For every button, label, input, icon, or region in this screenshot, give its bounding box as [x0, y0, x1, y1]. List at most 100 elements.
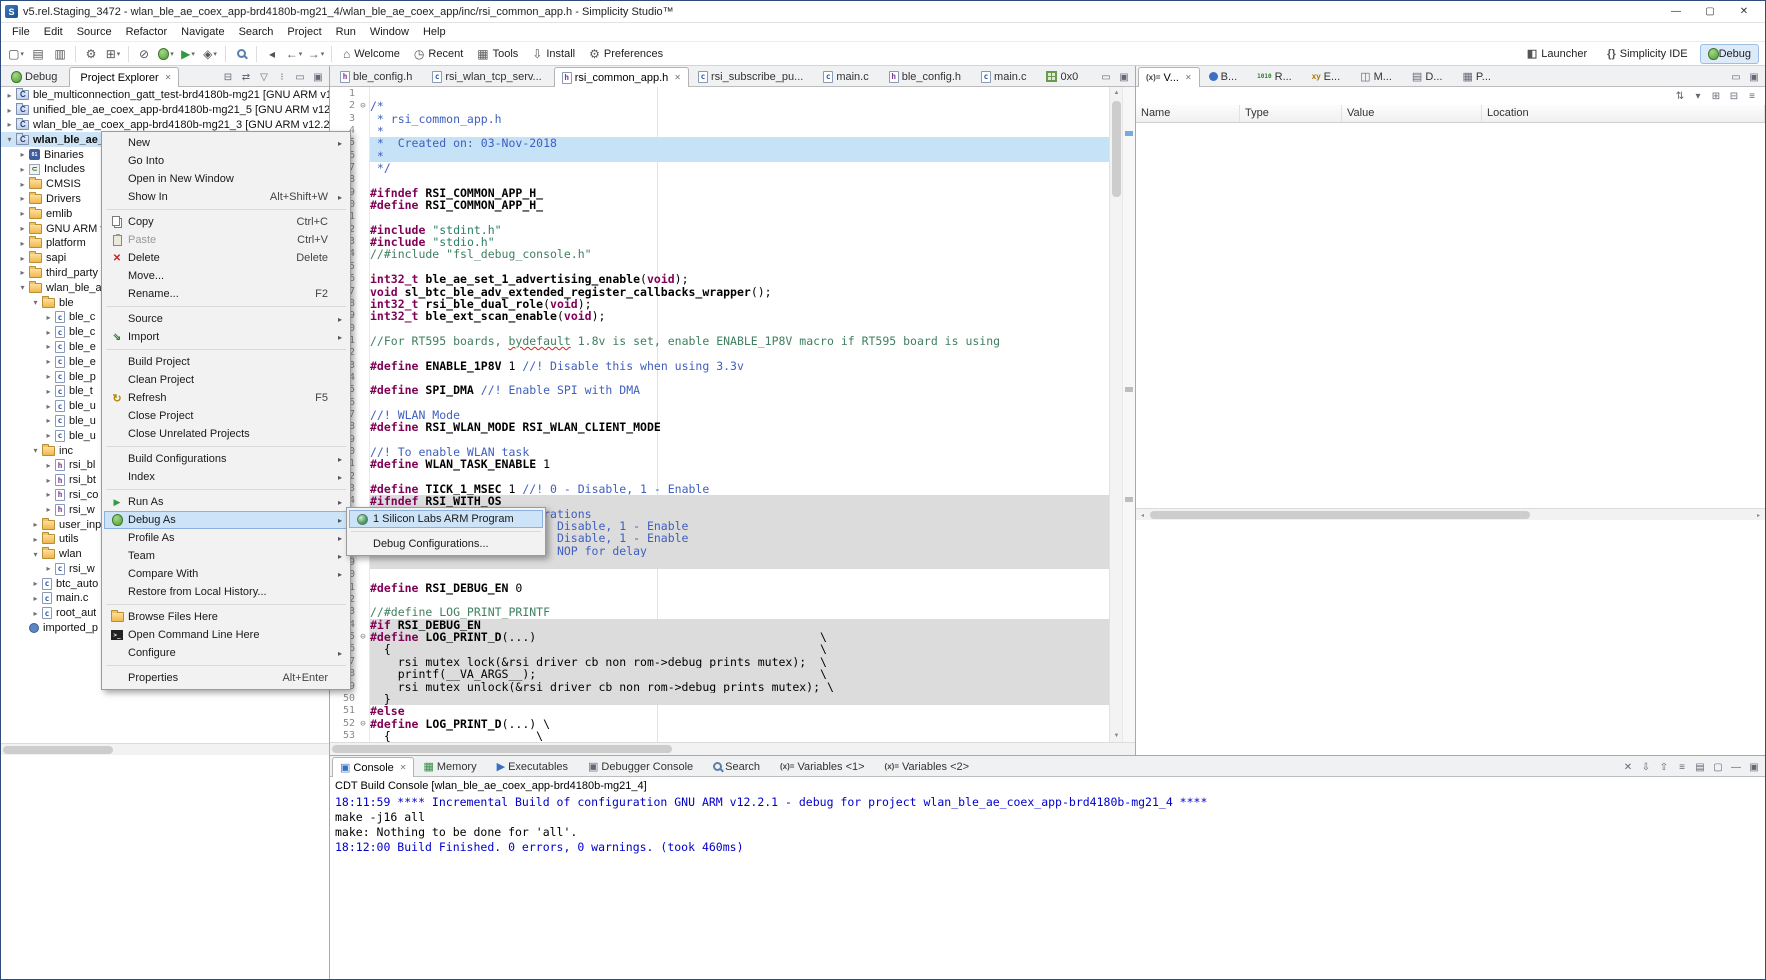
menu-window[interactable]: Window [363, 24, 416, 40]
context-menu-item-copy[interactable]: CopyCtrl+C [104, 213, 348, 231]
tree-expander-icon[interactable]: ▸ [16, 239, 29, 248]
tree-expander-icon[interactable]: ▸ [29, 535, 42, 544]
minimize-button[interactable]: — [1659, 2, 1693, 22]
context-menu-item-run-as[interactable]: ▶Run As▸ [104, 493, 348, 511]
console-output[interactable]: 18:11:59 **** Incremental Build of confi… [330, 793, 1765, 979]
menu-source[interactable]: Source [70, 24, 119, 40]
console-toolbar-icon[interactable]: ▢ [1709, 758, 1727, 776]
tree-expander-icon[interactable]: ▸ [29, 579, 42, 588]
external-tools-icon[interactable]: ◈▾ [200, 44, 220, 64]
tree-expander-icon[interactable]: ▸ [16, 165, 29, 174]
menu-edit[interactable]: Edit [37, 24, 70, 40]
context-menu-item-rename[interactable]: Rename...F2 [104, 285, 348, 303]
perspective-launcher[interactable]: ◧Launcher [1519, 44, 1595, 64]
tab-executables[interactable]: ▶Executables [489, 756, 579, 776]
context-menu-item-close-unrelated-projects[interactable]: Close Unrelated Projects [104, 425, 348, 443]
tree-expander-icon[interactable]: ▸ [42, 461, 55, 470]
close-tab-icon[interactable]: ✕ [165, 73, 172, 82]
tree-expander-icon[interactable]: ▸ [42, 476, 55, 485]
column-header-location[interactable]: Location [1482, 105, 1765, 122]
variables-toolbar-icon[interactable]: ▾ [1689, 91, 1707, 102]
tree-expander-icon[interactable]: ▸ [29, 520, 42, 529]
tree-expander-icon[interactable]: ▾ [29, 550, 42, 559]
welcome-button[interactable]: ⌂Welcome [337, 44, 406, 64]
tab-project-explorer[interactable]: Project Explorer✕ [69, 67, 179, 87]
context-menu-item-open-in-new-window[interactable]: Open in New Window [104, 170, 348, 188]
fold-marker-icon[interactable]: ⊖ [357, 100, 369, 112]
menu-search[interactable]: Search [232, 24, 281, 40]
code-area[interactable]: /* * rsi_common_app.h * * Created on: 03… [370, 87, 1109, 742]
tree-expander-icon[interactable]: ▸ [3, 91, 16, 100]
editor-v-scrollbar[interactable]: ▲ ▼ [1109, 87, 1122, 742]
debug-icon[interactable]: ▾ [156, 44, 176, 64]
panel-control-icon[interactable]: ▣ [1745, 68, 1763, 86]
context-menu-item-open-command-line-here[interactable]: >_Open Command Line Here [104, 626, 348, 644]
tree-expander-icon[interactable]: ▸ [16, 209, 29, 218]
tab-e[interactable]: xyE... [1304, 66, 1351, 86]
tab-rsi-common-app-h[interactable]: hrsi_common_app.h✕ [554, 67, 689, 87]
perspective-debug[interactable]: Debug [1700, 44, 1759, 64]
tree-item-ble-multiconnection-gatt-test-brd4180b-mg21-gnu-arm-v12-2-1[interactable]: ▸ble_multiconnection_gatt_test-brd4180b-… [1, 88, 329, 103]
column-header-type[interactable]: Type [1240, 105, 1342, 122]
tree-expander-icon[interactable]: ▸ [42, 357, 55, 366]
close-tab-icon[interactable]: ✕ [1185, 73, 1192, 82]
tree-expander-icon[interactable]: ▸ [42, 313, 55, 322]
context-menu-item-browse-files-here[interactable]: Browse Files Here [104, 608, 348, 626]
tab-b[interactable]: B... [1201, 66, 1249, 86]
context-menu-item-source[interactable]: Source▸ [104, 310, 348, 328]
console-toolbar-icon[interactable]: ✕ [1619, 758, 1637, 776]
tree-expander-icon[interactable]: ▸ [42, 416, 55, 425]
menu-refactor[interactable]: Refactor [119, 24, 175, 40]
tab-variables-2[interactable]: (x)=Variables <2> [877, 756, 981, 776]
submenu-item-1-silicon-labs-arm-program[interactable]: 1 Silicon Labs ARM Program [349, 510, 543, 528]
context-menu-item-refresh[interactable]: ↻RefreshF5 [104, 389, 348, 407]
column-header-value[interactable]: Value [1342, 105, 1482, 122]
explorer-toolbar-icon[interactable]: ⊟ [219, 68, 237, 86]
console-toolbar-icon[interactable]: ▤ [1691, 758, 1709, 776]
tree-expander-icon[interactable]: ▸ [3, 106, 16, 115]
tab-d[interactable]: ▤D... [1404, 66, 1454, 86]
tree-expander-icon[interactable]: ▸ [29, 609, 42, 618]
menu-help[interactable]: Help [416, 24, 453, 40]
build-icon[interactable]: ⚙ [81, 44, 101, 64]
tree-expander-icon[interactable]: ▾ [3, 135, 16, 144]
console-toolbar-icon[interactable]: ≡ [1673, 758, 1691, 776]
context-menu-item-compare-with[interactable]: Compare With▸ [104, 565, 348, 583]
tree-expander-icon[interactable]: ▸ [42, 490, 55, 499]
tab-debug[interactable]: Debug [3, 66, 68, 86]
scroll-left-icon[interactable]: ◂ [1136, 509, 1149, 521]
menu-run[interactable]: Run [329, 24, 363, 40]
tab-rsi-subscribe-pu[interactable]: crsi_subscribe_pu... [690, 66, 814, 86]
tab-v[interactable]: (x)=V...✕ [1138, 67, 1200, 87]
context-menu-item-build-project[interactable]: Build Project [104, 353, 348, 371]
context-menu-item-delete[interactable]: ✕DeleteDelete [104, 249, 348, 267]
variables-toolbar-icon[interactable]: ⇅ [1671, 91, 1689, 102]
variables-h-scrollbar[interactable]: ◂ ▸ [1136, 508, 1765, 520]
tree-expander-icon[interactable]: ▸ [3, 120, 16, 129]
context-menu-item-build-configurations[interactable]: Build Configurations▸ [104, 450, 348, 468]
menu-project[interactable]: Project [280, 24, 328, 40]
tree-expander-icon[interactable]: ▸ [16, 268, 29, 277]
panel-control-icon[interactable]: ▭ [1727, 68, 1745, 86]
console-toolbar-icon[interactable]: ▣ [1745, 758, 1763, 776]
tab-console[interactable]: ▣Console✕ [332, 757, 414, 777]
menu-navigate[interactable]: Navigate [174, 24, 231, 40]
context-menu-item-paste[interactable]: PasteCtrl+V [104, 231, 348, 249]
tree-expander-icon[interactable]: ▾ [29, 446, 42, 455]
context-menu-item-properties[interactable]: PropertiesAlt+Enter [104, 669, 348, 687]
tree-expander-icon[interactable]: ▸ [42, 402, 55, 411]
context-menu-item-close-project[interactable]: Close Project [104, 407, 348, 425]
explorer-toolbar-icon[interactable]: ▽ [255, 68, 273, 86]
menu-file[interactable]: File [5, 24, 37, 40]
tree-expander-icon[interactable]: ▸ [16, 194, 29, 203]
recent-button[interactable]: ◷Recent [408, 44, 469, 64]
fold-marker-icon[interactable]: ⊖ [357, 718, 369, 730]
variables-table-body[interactable] [1136, 123, 1765, 508]
explorer-toolbar-icon[interactable]: ⇄ [237, 68, 255, 86]
back-icon[interactable]: ←▾ [284, 44, 304, 64]
context-menu-item-import[interactable]: ⇘Import▸ [104, 328, 348, 346]
panel-control-icon[interactable]: ▣ [1115, 68, 1133, 86]
skip-breakpoints-icon[interactable]: ⊘ [134, 44, 154, 64]
scroll-right-icon[interactable]: ▸ [1752, 509, 1765, 521]
preferences-button[interactable]: ⚙Preferences [583, 44, 669, 64]
